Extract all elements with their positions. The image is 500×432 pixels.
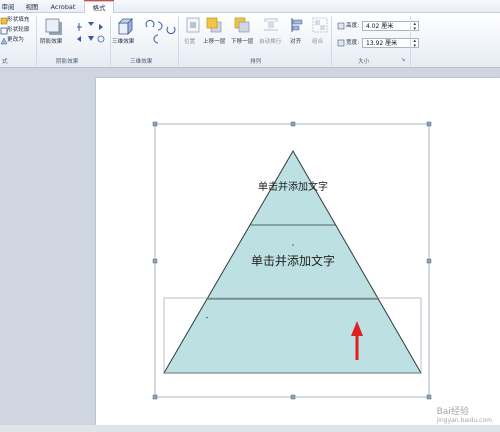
watermark-text: Bai经验 <box>436 407 469 417</box>
pyramid-middle-text[interactable]: 单击并添加文字 <box>237 252 349 269</box>
watermark-url: jingyan.baidu.com <box>436 417 492 424</box>
resize-handle[interactable] <box>426 121 432 127</box>
resize-handle[interactable] <box>290 394 296 400</box>
resize-handle[interactable] <box>426 394 432 400</box>
pyramid-top-text[interactable]: 单击并添加文字 <box>246 178 340 193</box>
resize-handle[interactable] <box>290 121 296 127</box>
smartart-stage <box>152 121 432 400</box>
status-strip <box>0 425 500 432</box>
watermark-logo: Bai经验 jingyan.baidu.com <box>437 404 492 424</box>
resize-handle[interactable] <box>152 394 158 400</box>
text-cursor-mark <box>292 244 294 246</box>
resize-handle[interactable] <box>426 258 432 264</box>
resize-handle[interactable] <box>152 121 158 127</box>
resize-handle[interactable] <box>152 258 158 264</box>
